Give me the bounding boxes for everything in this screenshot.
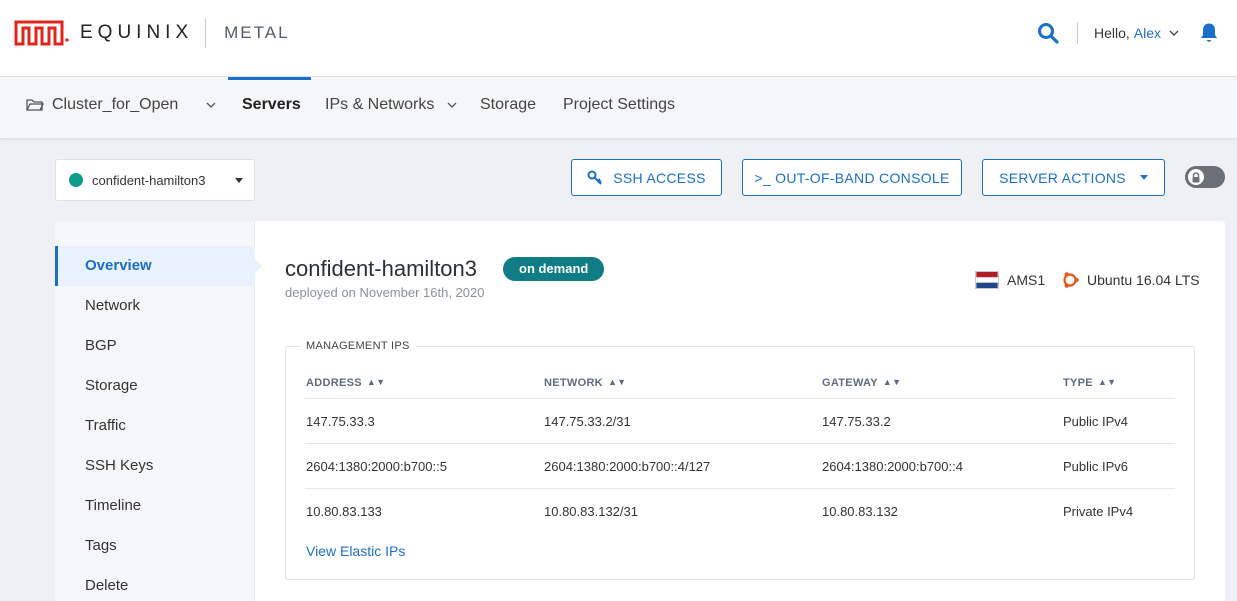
- sidebar-item-tags[interactable]: Tags: [55, 526, 255, 566]
- chevron-down-icon: [206, 102, 216, 108]
- status-dot: [69, 173, 83, 187]
- sidebar-item-bgp[interactable]: BGP: [55, 326, 255, 366]
- view-elastic-ips-link[interactable]: View Elastic IPs: [306, 543, 405, 559]
- table-divider: [305, 398, 1175, 399]
- cell-gateway: 147.75.33.2: [822, 414, 891, 429]
- column-header-network-label: NETWORK: [544, 377, 603, 389]
- server-selector[interactable]: confident-hamilton3: [55, 159, 255, 201]
- sort-icon: ▲▼: [607, 377, 627, 387]
- ubuntu-icon: [1063, 272, 1079, 288]
- column-header-gateway-label: GATEWAY: [822, 377, 878, 389]
- server-sidebar: Overview Network BGP Storage Traffic SSH…: [55, 221, 262, 601]
- sort-icon: ▲▼: [1097, 377, 1117, 387]
- sidebar-item-network[interactable]: Network: [55, 286, 255, 326]
- caret-down-icon: [235, 178, 243, 183]
- sidebar-item-ssh-keys[interactable]: SSH Keys: [55, 446, 255, 486]
- billing-badge: on demand: [503, 257, 605, 281]
- out-of-band-console-button[interactable]: >_ OUT-OF-BAND CONSOLE: [742, 159, 962, 196]
- os-name: Ubuntu 16.04 LTS: [1087, 272, 1200, 288]
- sidebar-item-traffic[interactable]: Traffic: [55, 406, 255, 446]
- lock-toggle[interactable]: [1185, 166, 1225, 188]
- out-of-band-console-label: >_ OUT-OF-BAND CONSOLE: [754, 169, 950, 186]
- bell-icon[interactable]: [1199, 22, 1219, 44]
- product-name: METAL: [224, 23, 290, 42]
- cell-network: 147.75.33.2/31: [544, 414, 631, 429]
- divider: [1076, 22, 1078, 44]
- tab-storage[interactable]: Storage: [480, 96, 536, 114]
- server-selector-label: confident-hamilton3: [92, 172, 206, 188]
- column-header-address[interactable]: ADDRESS ▲▼: [306, 377, 385, 389]
- chevron-down-icon[interactable]: [1169, 30, 1179, 36]
- ssh-access-label: SSH ACCESS: [613, 169, 706, 186]
- sidebar-item-delete[interactable]: Delete: [55, 566, 255, 601]
- sidebar-item-overview[interactable]: Overview: [55, 246, 262, 286]
- equinix-logo[interactable]: EQUINIX METAL: [14, 18, 290, 48]
- project-selector[interactable]: Cluster_for_Open: [26, 96, 216, 114]
- server-actions-button[interactable]: SERVER ACTIONS: [982, 159, 1165, 196]
- netherlands-flag-icon: [975, 271, 999, 289]
- search-icon[interactable]: [1037, 22, 1059, 44]
- logo-divider: [205, 18, 207, 48]
- project-name: Cluster_for_Open: [52, 96, 179, 113]
- table-divider: [305, 488, 1175, 489]
- column-header-type-label: TYPE: [1063, 377, 1093, 389]
- cell-address: 147.75.33.3: [306, 414, 375, 429]
- cell-type: Private IPv4: [1063, 504, 1134, 519]
- table-divider: [305, 443, 1175, 444]
- cell-type: Public IPv4: [1063, 414, 1129, 429]
- os-info: Ubuntu 16.04 LTS: [1061, 271, 1200, 289]
- cell-gateway: 2604:1380:2000:b700::4: [822, 459, 963, 474]
- management-ips-panel: MANAGEMENT IPS ADDRESS ▲▼ NETWORK ▲▼ GATEW…: [285, 340, 1195, 580]
- column-header-network[interactable]: NETWORK ▲▼: [544, 377, 626, 389]
- page-title: confident-hamilton3: [285, 256, 478, 281]
- top-bar: EQUINIX METAL Hello, Alex: [0, 0, 1237, 77]
- management-ips-legend: MANAGEMENT IPS: [300, 340, 416, 352]
- cell-address: 2604:1380:2000:b700::5: [306, 459, 447, 474]
- deployed-date: deployed on November 16th, 2020: [285, 285, 485, 300]
- sort-icon: ▲▼: [882, 377, 902, 387]
- active-tab-indicator: [228, 77, 311, 80]
- server-actions-label: SERVER ACTIONS: [999, 169, 1126, 186]
- folder-icon: [26, 99, 44, 111]
- cell-gateway: 10.80.83.132: [822, 504, 898, 519]
- sort-icon: ▲▼: [366, 377, 386, 387]
- cell-network: 2604:1380:2000:b700::4/127: [544, 459, 711, 474]
- equinix-logo-mark-icon: [14, 20, 69, 46]
- cell-address: 10.80.83.133: [306, 504, 382, 519]
- greeting-text: Hello,: [1093, 25, 1130, 41]
- key-icon: [587, 170, 602, 185]
- tab-ips-networks[interactable]: IPs & Networks: [325, 96, 457, 114]
- user-menu[interactable]: Hello, Alex: [1094, 25, 1161, 41]
- brand-name: EQUINIX: [80, 22, 194, 43]
- user-area: Hello, Alex: [1037, 20, 1219, 46]
- tab-ips-networks-label: IPs & Networks: [325, 96, 435, 113]
- tab-project-settings[interactable]: Project Settings: [563, 96, 675, 114]
- project-nav: Cluster_for_Open Servers IPs & Networks …: [0, 77, 1237, 139]
- server-detail-card: Overview Network BGP Storage Traffic SSH…: [55, 221, 1225, 601]
- chevron-down-icon: [447, 102, 457, 108]
- sidebar-item-storage[interactable]: Storage: [55, 366, 255, 406]
- lock-icon: [1188, 169, 1204, 185]
- location-info: AMS1: [975, 271, 1045, 289]
- sidebar-item-timeline[interactable]: Timeline: [55, 486, 255, 526]
- cell-type: Public IPv6: [1063, 459, 1129, 474]
- ssh-access-button[interactable]: SSH ACCESS: [571, 159, 722, 196]
- tab-servers[interactable]: Servers: [242, 96, 301, 114]
- column-header-gateway[interactable]: GATEWAY ▲▼: [822, 377, 901, 389]
- location-code: AMS1: [1007, 272, 1046, 288]
- caret-down-icon: [1139, 175, 1148, 180]
- column-header-type[interactable]: TYPE ▲▼: [1063, 377, 1116, 389]
- column-header-address-label: ADDRESS: [306, 377, 362, 389]
- cell-network: 10.80.83.132/31: [544, 504, 638, 519]
- user-name: Alex: [1133, 25, 1161, 41]
